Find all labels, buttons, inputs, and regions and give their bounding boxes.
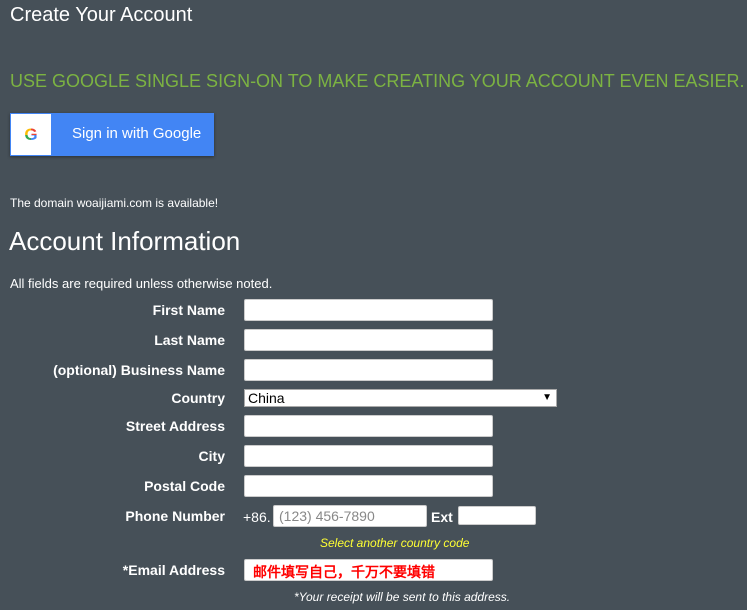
page-title: Create Your Account [10, 4, 193, 26]
first-name-label: First Name [152, 302, 225, 318]
email-input[interactable]: 邮件填写自己，千万不要填错 [244, 559, 493, 581]
business-name-label: (optional) Business Name [53, 362, 225, 378]
street-address-input[interactable] [244, 415, 493, 437]
street-address-label: Street Address [125, 418, 225, 434]
ext-label: Ext [431, 509, 453, 525]
domain-available-message: The domain woaijiami.com is available! [10, 196, 219, 210]
country-select[interactable]: China ▼ [244, 389, 557, 407]
last-name-input[interactable] [244, 329, 493, 351]
dropdown-arrow-icon: ▼ [542, 392, 552, 403]
email-label: *Email Address [122, 562, 225, 578]
last-name-label: Last Name [154, 332, 225, 348]
business-name-input[interactable] [244, 359, 493, 381]
city-label: City [198, 448, 225, 464]
first-name-input[interactable] [244, 299, 493, 321]
sso-heading: USE GOOGLE SINGLE SIGN-ON TO MAKE CREATI… [10, 71, 745, 91]
section-title: Account Information [9, 226, 241, 256]
google-signin-label: Sign in with Google [72, 125, 202, 142]
required-note: All fields are required unless otherwise… [10, 276, 273, 291]
phone-prefix: +86. [243, 509, 271, 525]
postal-code-input[interactable] [244, 475, 493, 497]
postal-code-label: Postal Code [144, 478, 225, 494]
country-label: Country [171, 390, 225, 406]
phone-number-label: Phone Number [125, 508, 225, 524]
receipt-note: *Your receipt will be sent to this addre… [294, 590, 511, 604]
google-signin-button[interactable]: G Sign in with Google [10, 113, 214, 156]
ext-input[interactable] [458, 506, 536, 525]
select-country-code-link[interactable]: Select another country code [320, 536, 469, 550]
city-input[interactable] [244, 445, 493, 467]
phone-input[interactable]: (123) 456-7890 [273, 505, 427, 527]
google-icon: G [11, 114, 51, 155]
